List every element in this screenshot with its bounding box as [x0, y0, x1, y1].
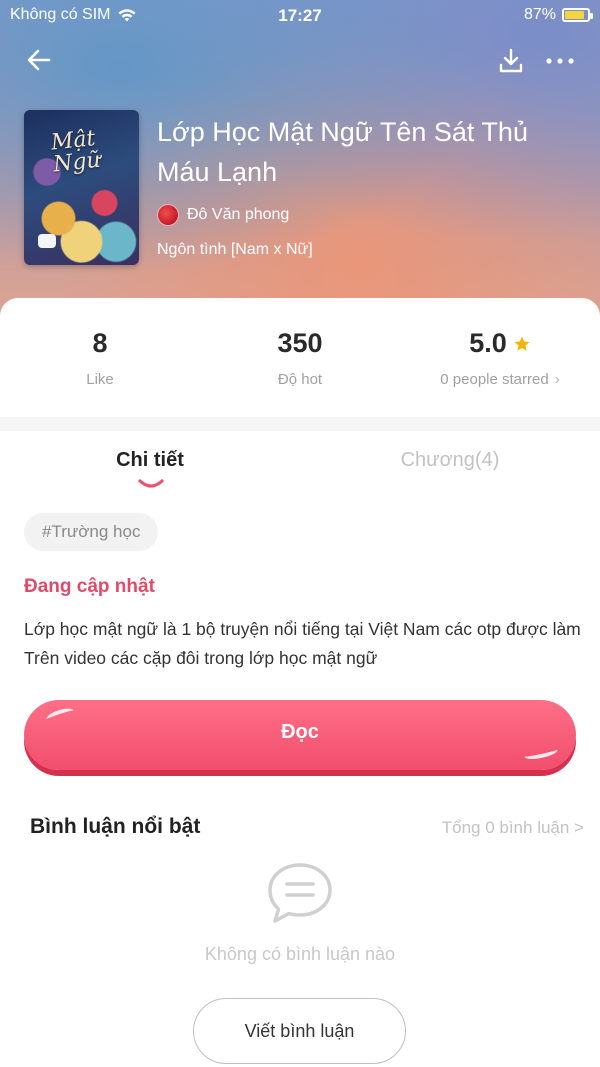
- cover-title-text: Mật Ngữ: [49, 126, 102, 178]
- tab-chapters[interactable]: Chương(4): [300, 449, 600, 472]
- chat-bubble-icon: [38, 234, 56, 248]
- download-icon[interactable]: [496, 46, 526, 76]
- clock: 17:27: [278, 6, 322, 25]
- status-right: 87%: [523, 6, 593, 24]
- section-divider: [0, 417, 600, 431]
- rating-value: 5.0: [469, 328, 507, 358]
- hot-label: Độ hot: [277, 371, 323, 388]
- stat-rating[interactable]: 5.0 0 people starred ›: [400, 328, 600, 388]
- comments-total-link[interactable]: Tổng 0 bình luận >: [442, 818, 584, 838]
- tab-detail[interactable]: Chi tiết: [0, 449, 300, 472]
- more-dots-icon[interactable]: [542, 46, 578, 76]
- update-status: Đang cập nhật: [24, 576, 155, 597]
- book-genre: Ngôn tình [Nam x Nữ]: [157, 241, 313, 258]
- button-highlight: [45, 705, 75, 725]
- status-bar: Không có SIM 17:27 87%: [0, 0, 600, 32]
- stats-row: 8 Like 350 Độ hot 5.0 0 people starred ›: [0, 298, 600, 416]
- likes-count: 8: [92, 328, 108, 358]
- battery-fill: [565, 11, 584, 19]
- button-highlight: [523, 744, 559, 762]
- rating-label-row: 0 people starred ›: [400, 371, 600, 388]
- book-title: Lớp Học Mật Ngữ Tên Sát Thủ Máu Lạnh: [157, 117, 528, 187]
- hot-count: 350: [277, 328, 323, 358]
- no-comments-text: Không có bình luận nào: [204, 944, 396, 964]
- book-description: Lớp học mật ngữ là 1 bộ truyện nổi tiếng…: [24, 619, 581, 668]
- book-cover-image[interactable]: Mật Ngữ: [24, 110, 139, 265]
- comment-bubble-icon: [268, 863, 332, 923]
- star-icon: [514, 336, 530, 351]
- chevron-right-icon: ›: [554, 371, 560, 388]
- comments-heading: Bình luận nổi bật: [30, 815, 201, 838]
- arrow-left-icon[interactable]: [24, 45, 54, 75]
- battery-icon: [562, 8, 593, 22]
- author-row[interactable]: Đô Văn phong: [157, 204, 289, 226]
- rating-value-row: 5.0: [469, 328, 531, 359]
- rating-label: 0 people starred: [440, 371, 549, 388]
- battery-percent: 87%: [523, 6, 556, 23]
- likes-label: Like: [86, 371, 114, 388]
- read-button-label: Đọc: [281, 721, 319, 743]
- stat-hot: 350 Độ hot: [200, 328, 400, 388]
- stat-likes[interactable]: 8 Like: [0, 328, 200, 388]
- read-button[interactable]: Đọc: [24, 700, 576, 770]
- author-name: Đô Văn phong: [187, 206, 290, 223]
- write-comment-button[interactable]: Viết bình luận: [193, 998, 406, 1064]
- author-avatar: [157, 204, 179, 226]
- tab-active-indicator: [138, 479, 164, 488]
- tag-chip[interactable]: #Trường học: [24, 513, 159, 551]
